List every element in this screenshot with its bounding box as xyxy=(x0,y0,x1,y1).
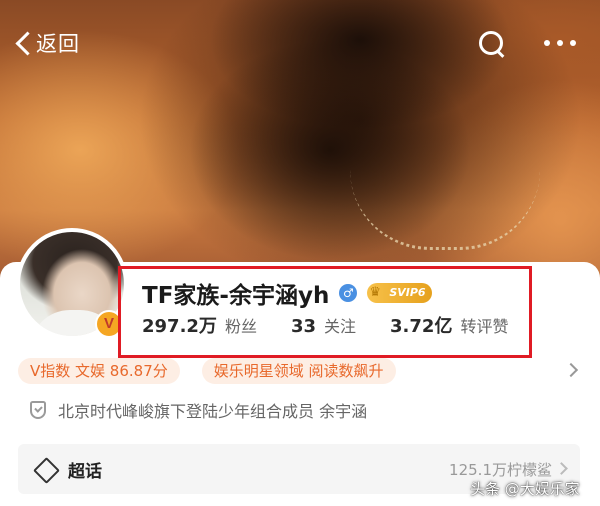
top-nav-bar: 返回 xyxy=(0,24,600,64)
cover-necklace xyxy=(350,170,540,250)
chevron-right-icon xyxy=(555,462,568,475)
back-button[interactable]: 返回 xyxy=(14,28,80,58)
bio-text: 北京时代峰峻旗下登陆少年组合成员 余宇涵 xyxy=(58,402,368,421)
chevron-left-icon xyxy=(14,28,34,58)
profile-tags: V指数 文娱 86.87分 娱乐明星领域 阅读数飙升 xyxy=(18,358,418,384)
tag-domain[interactable]: 娱乐明星领域 阅读数飙升 xyxy=(201,358,396,384)
watermark: 头条 @大娱乐家 xyxy=(470,480,580,498)
verification-bio: 北京时代峰峻旗下登陆少年组合成员 余宇涵 xyxy=(30,398,367,422)
shield-icon xyxy=(30,401,46,419)
tag-v-index[interactable]: V指数 文娱 86.87分 xyxy=(18,358,180,384)
back-label: 返回 xyxy=(36,32,80,56)
search-icon[interactable] xyxy=(478,30,506,58)
highlight-annotation-box xyxy=(118,266,532,358)
diamond-icon xyxy=(34,458,56,480)
cover-figure-shadow xyxy=(210,0,510,150)
more-options-icon[interactable] xyxy=(544,40,576,48)
supertopic-label: 超话 xyxy=(68,461,102,482)
supertopic-meta: 125.1万柠檬鲨 xyxy=(449,461,552,479)
